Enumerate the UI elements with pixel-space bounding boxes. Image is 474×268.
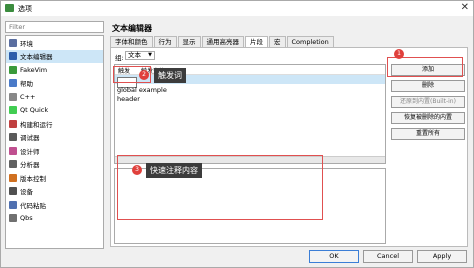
annotation-marker-2: 2 <box>139 70 149 80</box>
sidebar-item[interactable]: 设备 <box>6 185 103 199</box>
sidebar-item[interactable]: Qt Quick <box>6 104 103 118</box>
table-row[interactable]: global example <box>117 86 167 94</box>
tab[interactable]: 宏 <box>269 36 286 47</box>
sidebar-item-label: 分析器 <box>20 161 40 170</box>
tab-bar: 字体和颜色 行为 显示 通用高亮器 片段宏 Completion <box>110 36 335 47</box>
remove-button[interactable]: 删除 <box>391 80 465 92</box>
annotation-marker-1: 1 <box>394 49 404 59</box>
sidebar-item-label: 构建和运行 <box>20 120 53 129</box>
page-title: 文本编辑器 <box>112 24 152 33</box>
annotation-label-content: 快速注释内容 <box>146 163 202 178</box>
sidebar-item-label: C++ <box>20 92 36 101</box>
sidebar-item[interactable]: 构建和运行 <box>6 117 103 131</box>
ok-button[interactable]: OK <box>309 250 359 263</box>
help-icon <box>9 79 17 88</box>
annotation-label-trigger: 触发词 <box>154 68 186 83</box>
code-paste-icon <box>9 200 17 209</box>
sidebar-item-label: 版本控制 <box>20 174 46 183</box>
devices-icon <box>9 187 17 196</box>
sidebar-item[interactable]: 帮助 <box>6 77 103 91</box>
category-list: 环境文本编辑器 FakeVim 帮助 C++ Qt Quick 构建和运行调试器设计师分析… <box>5 35 104 249</box>
chevron-down-icon: ▼ <box>148 52 152 58</box>
close-icon[interactable]: ✕ <box>461 2 469 13</box>
sidebar-item-label: 文本编辑器 <box>20 53 53 62</box>
apply-button[interactable]: Apply <box>417 250 467 263</box>
sidebar-item-label: Qbs <box>20 214 33 223</box>
app-icon <box>5 4 14 12</box>
qtquick-icon <box>9 106 17 115</box>
tab[interactable]: 通用高亮器 <box>201 36 244 47</box>
annotation-marker-3: 3 <box>132 165 142 175</box>
group-select-value: 文本 <box>128 51 141 59</box>
environment-icon <box>9 38 17 47</box>
dialog-footer: OK Cancel Apply <box>309 250 467 263</box>
tab[interactable]: 片段 <box>245 36 268 47</box>
debugger-icon <box>9 133 17 142</box>
sidebar-item[interactable]: C++ <box>6 90 103 104</box>
group-select[interactable]: 文本 ▼ <box>125 51 155 60</box>
sidebar-item-label: 调试器 <box>20 134 40 143</box>
sidebar-item[interactable]: 代码粘贴 <box>6 198 103 212</box>
tab[interactable]: 显示 <box>177 36 201 47</box>
window-title: 选项 <box>18 5 32 13</box>
sidebar-item[interactable]: 设计师 <box>6 144 103 158</box>
sidebar-item-label: FakeVim <box>20 65 48 74</box>
qbs-icon <box>9 214 17 223</box>
sidebar-item[interactable]: FakeVim <box>6 63 103 77</box>
restore-removed-button[interactable]: 恢复被删除的内置 <box>391 112 465 124</box>
cpp-icon <box>9 92 17 101</box>
sidebar-item-label: 设备 <box>20 188 33 197</box>
revert-builtin-button[interactable]: 还原到内置(Built-in) <box>391 96 465 108</box>
title-bar: 选项 ✕ <box>1 1 473 16</box>
sidebar-item[interactable]: 分析器 <box>6 158 103 172</box>
designer-icon <box>9 146 17 155</box>
sidebar: 环境文本编辑器 FakeVim 帮助 C++ Qt Quick 构建和运行调试器设计师分析… <box>5 21 104 249</box>
options-dialog: 选项 ✕ 环境文本编辑器FakeVim帮助C++Qt Quick构建和运行调试器… <box>0 0 474 268</box>
filter-input[interactable] <box>5 21 104 33</box>
fakevim-icon <box>9 65 17 74</box>
sidebar-item[interactable]: 版本控制 <box>6 171 103 185</box>
tab[interactable]: Completion <box>286 36 334 47</box>
cancel-button[interactable]: Cancel <box>363 250 413 263</box>
sidebar-item-label: 设计师 <box>20 147 40 156</box>
version-control-icon <box>9 173 17 182</box>
sidebar-item[interactable]: 环境 <box>6 36 103 50</box>
sidebar-item[interactable]: Qbs <box>6 212 103 226</box>
group-label: 组: <box>115 54 124 62</box>
table-row[interactable]: header <box>117 95 140 103</box>
text-editor-icon <box>9 52 17 61</box>
reset-all-button[interactable]: 重置所有 <box>391 128 465 140</box>
annotation-box-add <box>387 57 463 77</box>
sidebar-item-label: Qt Quick <box>20 106 49 115</box>
analyzer-icon <box>9 160 17 169</box>
tab[interactable]: 字体和颜色 <box>110 36 153 47</box>
build-run-icon <box>9 119 17 128</box>
sidebar-item-label: 代码粘贴 <box>20 201 46 210</box>
tab[interactable]: 行为 <box>153 36 177 47</box>
sidebar-item[interactable]: 文本编辑器 <box>6 49 103 63</box>
sidebar-item[interactable]: 调试器 <box>6 131 103 145</box>
sidebar-item-label: 环境 <box>20 39 33 48</box>
sidebar-item-label: 帮助 <box>20 80 33 89</box>
